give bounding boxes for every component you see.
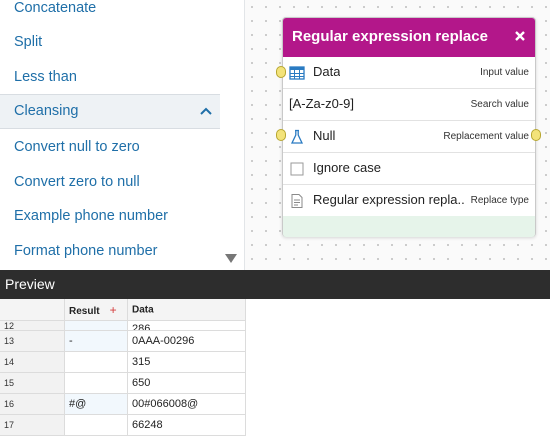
result-cell[interactable] — [65, 415, 128, 436]
sidebar-item-format-phone-number[interactable]: Format phone number — [0, 241, 220, 261]
row-number: 16 — [0, 394, 65, 415]
search-value-label: Search value — [470, 99, 529, 110]
function-sidebar: Concatenate Split Less than Cleansing Co… — [0, 0, 244, 270]
output-port[interactable] — [531, 129, 541, 141]
checkbox-icon[interactable] — [289, 161, 305, 177]
data-cell[interactable]: 00#066008@ — [128, 394, 246, 415]
node-title: Regular expression replace — [292, 28, 488, 45]
row-number: 15 — [0, 373, 65, 394]
row-number: 13 — [0, 331, 65, 352]
sidebar-item-example-phone-number[interactable]: Example phone number — [0, 206, 220, 226]
row-number: 12 — [0, 321, 65, 331]
input-value-text: Data — [313, 64, 341, 79]
data-cell[interactable]: 286 — [128, 321, 246, 331]
sidebar-item-concatenate[interactable]: Concatenate — [0, 0, 220, 18]
ignore-case-label: Ignore case — [313, 160, 381, 175]
add-column-icon[interactable]: + — [110, 303, 117, 317]
chevron-up-icon[interactable] — [198, 104, 214, 120]
data-cell[interactable]: 0AAA-00296 — [128, 331, 246, 352]
input-value-label: Input value — [480, 67, 529, 78]
replacement-value-text: Null — [313, 128, 336, 143]
column-header-result-label: Result — [69, 305, 100, 317]
column-header-result[interactable]: Result + — [65, 299, 128, 321]
replacement-value-label: Replacement value — [443, 131, 529, 142]
result-cell[interactable] — [65, 373, 128, 394]
preview-header: Preview — [0, 270, 550, 299]
sidebar-item-convert-null-to-zero[interactable]: Convert null to zero — [0, 137, 220, 157]
data-cell[interactable]: 66248 — [128, 415, 246, 436]
row-number: 17 — [0, 415, 65, 436]
result-cell[interactable] — [65, 352, 128, 373]
search-value-text[interactable]: [A-Za-z0-9] — [289, 96, 354, 111]
result-cell[interactable]: #@ — [65, 394, 128, 415]
node-row-ignore-case[interactable]: Ignore case — [283, 153, 535, 185]
replacement-value-port[interactable] — [276, 129, 286, 141]
sidebar-item-split[interactable]: Split — [0, 32, 220, 52]
data-cell[interactable]: 650 — [128, 373, 246, 394]
sidebar-item-less-than[interactable]: Less than — [0, 67, 220, 87]
result-cell[interactable] — [65, 321, 128, 331]
node-header[interactable]: Regular expression replace — [283, 18, 535, 57]
input-value-port[interactable] — [276, 66, 286, 78]
node-row-search-value[interactable]: [A-Za-z0-9] Search value — [283, 89, 535, 121]
sidebar-section-cleansing[interactable]: Cleansing — [0, 94, 220, 129]
close-icon[interactable] — [512, 28, 528, 44]
result-cell[interactable]: - — [65, 331, 128, 352]
scroll-down-arrow-icon[interactable] — [224, 252, 238, 264]
flask-icon — [290, 129, 304, 144]
regex-replace-node[interactable]: Regular expression replace Data Input va… — [282, 17, 536, 237]
node-row-input-value[interactable]: Data Input value — [283, 57, 535, 89]
data-cell[interactable]: 315 — [128, 352, 246, 373]
sidebar-item-convert-zero-to-null[interactable]: Convert zero to null — [0, 172, 220, 192]
grid-corner — [0, 299, 65, 321]
document-icon — [291, 194, 303, 208]
preview-title: Preview — [5, 276, 55, 292]
node-row-replace-type[interactable]: Regular expression repla... Replace type — [283, 185, 535, 217]
replace-type-text: Regular expression repla... — [313, 192, 465, 207]
sidebar-section-label: Cleansing — [14, 103, 79, 119]
node-footer — [283, 216, 535, 237]
replace-type-label: Replace type — [470, 195, 529, 206]
row-number: 14 — [0, 352, 65, 373]
preview-panel: Result + Data 12 286 13 - 0AAA-00296 14 3… — [0, 299, 550, 436]
table-icon — [289, 66, 305, 80]
node-row-replacement-value[interactable]: Null Replacement value — [283, 121, 535, 153]
column-header-data-label: Data — [132, 304, 154, 315]
column-header-data[interactable]: Data — [128, 299, 246, 321]
